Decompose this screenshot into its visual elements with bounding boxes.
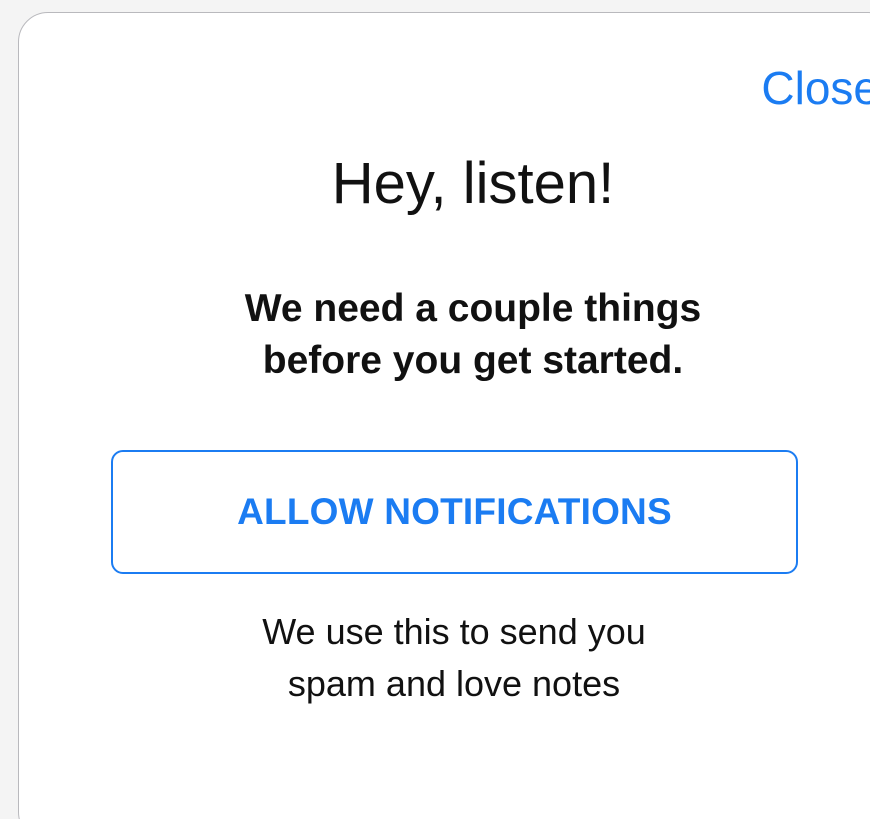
dialog-subtitle: We need a couple things before you get s… bbox=[19, 283, 870, 387]
allow-notifications-button[interactable]: ALLOW NOTIFICATIONS bbox=[111, 450, 798, 574]
helper-line-2: spam and love notes bbox=[287, 663, 621, 704]
helper-line-1: We use this to send you bbox=[262, 611, 646, 652]
subtitle-line-2: before you get started. bbox=[262, 339, 684, 382]
close-button[interactable]: Close bbox=[761, 63, 870, 113]
subtitle-line-1: We need a couple things bbox=[244, 287, 702, 330]
helper-text: We use this to send you spam and love no… bbox=[18, 606, 870, 710]
dialog-title: Hey, listen! bbox=[331, 151, 615, 216]
